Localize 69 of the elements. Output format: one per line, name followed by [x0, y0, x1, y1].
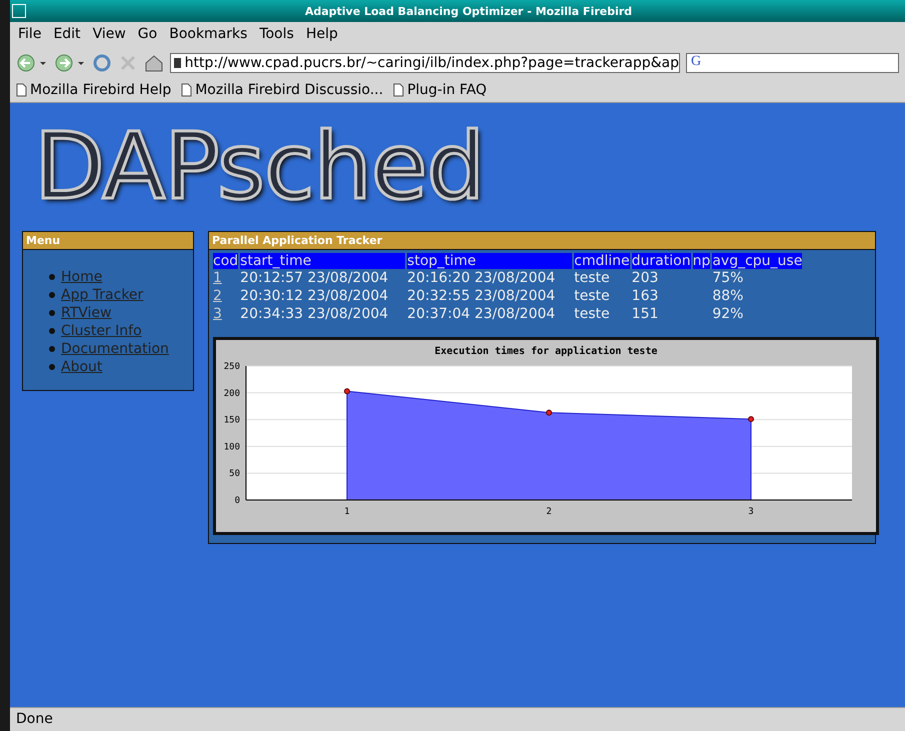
y-tick-label: 200	[224, 388, 240, 399]
site-logo: DAPsched	[34, 121, 485, 213]
data-point	[748, 416, 754, 422]
column-header: cmdline	[574, 253, 630, 269]
table-cell: 20:30:12 23/08/2004	[240, 288, 388, 304]
column-header: stop_time	[407, 253, 572, 269]
document-icon	[181, 83, 192, 97]
menu-item[interactable]: Edit	[53, 26, 81, 42]
menu-item[interactable]: Go	[138, 26, 158, 42]
menu-item[interactable]: Help	[306, 26, 338, 42]
search-field[interactable]: G	[686, 53, 899, 73]
back-icon[interactable]	[16, 53, 48, 73]
bullet-icon	[49, 346, 55, 352]
data-point	[546, 410, 552, 416]
column-header: avg_cpu_use	[712, 253, 802, 269]
menu-item[interactable]: View	[92, 26, 126, 42]
column-header: duration	[632, 253, 691, 269]
x-tick-label: 2	[546, 507, 552, 517]
address-field[interactable]: http://www.cpad.pucrs.br/~caringi/ilb/index.php?page=trackerapp&ap	[170, 53, 680, 73]
table-cell: teste	[574, 288, 610, 304]
bullet-icon	[49, 310, 55, 316]
bullet-icon	[49, 328, 55, 334]
bookmark-item[interactable]: Mozilla Firebird Discussio...	[195, 82, 384, 98]
bullet-icon	[49, 292, 55, 298]
bullet-icon	[49, 274, 55, 280]
row-link[interactable]: 2	[213, 288, 222, 304]
document-icon	[16, 83, 27, 97]
panel-title: Menu	[23, 232, 193, 250]
table-cell: 20:32:55 23/08/2004	[407, 288, 556, 304]
table-cell: 20:12:57 23/08/2004	[240, 270, 388, 286]
table-cell: teste	[574, 306, 610, 322]
table-cell: 92%	[712, 306, 744, 322]
column-header: cod	[213, 253, 238, 269]
home-icon[interactable]	[144, 53, 164, 73]
table-cell: 20:37:04 23/08/2004	[407, 306, 556, 322]
menu-item[interactable]: File	[18, 26, 42, 42]
bookmark-item[interactable]: Plug-in FAQ	[407, 82, 487, 98]
panel-title: Parallel Application Tracker	[209, 232, 875, 250]
row-link[interactable]: 1	[213, 270, 222, 286]
table-cell: 20:16:20 23/08/2004	[407, 270, 556, 286]
y-tick-label: 50	[229, 469, 240, 480]
table-cell: teste	[574, 270, 610, 286]
chart-title: Execution times for application teste	[434, 346, 658, 357]
forward-icon[interactable]	[54, 53, 86, 73]
table-cell: 151	[632, 306, 658, 322]
y-tick-label: 0	[234, 496, 240, 506]
x-tick-label: 3	[748, 507, 754, 517]
table-cell: 88%	[712, 288, 744, 304]
data-point	[344, 388, 350, 394]
y-tick-label: 150	[224, 416, 240, 426]
window-title: Adaptive Load Balancing Optimizer - Mozilla Firebird	[304, 4, 634, 18]
document-icon	[393, 83, 404, 97]
table-cell: 203	[632, 270, 658, 286]
reload-icon[interactable]	[92, 53, 112, 73]
x-tick-label: 1	[344, 507, 350, 517]
column-header: np	[692, 253, 710, 269]
row-link[interactable]: 3	[213, 306, 222, 322]
bookmark-item[interactable]: Mozilla Firebird Help	[30, 82, 172, 98]
y-tick-label: 100	[224, 442, 240, 452]
table-cell: 20:34:33 23/08/2004	[240, 306, 388, 322]
table-cell: 163	[632, 288, 658, 304]
column-header: start_time	[240, 253, 406, 269]
y-tick-label: 250	[224, 362, 240, 372]
window-menu-icon[interactable]	[12, 4, 26, 18]
table-cell: 75%	[712, 270, 744, 286]
menu-item[interactable]: Tools	[259, 26, 294, 42]
bullet-icon	[49, 364, 55, 370]
status-text: Done	[10, 707, 905, 731]
menu-item[interactable]: Bookmarks	[169, 26, 248, 42]
